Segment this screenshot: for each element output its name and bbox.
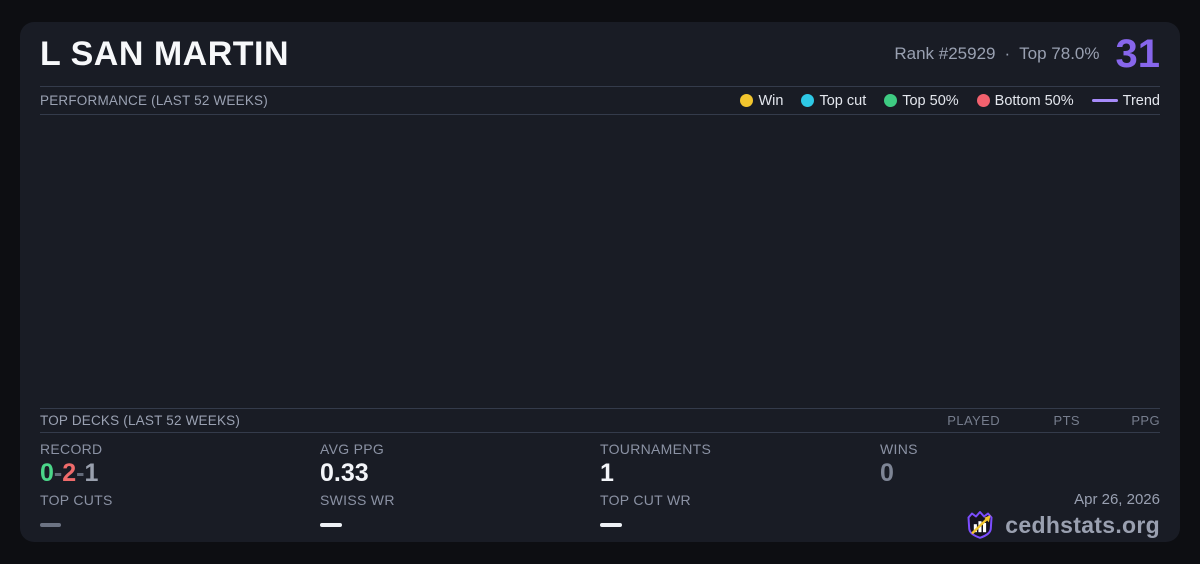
column-header-played: PLAYED (920, 413, 1000, 428)
record-draws: 1 (84, 459, 98, 487)
legend-top-50-label: Top 50% (902, 93, 958, 109)
top-cut-wr-empty-value (600, 523, 622, 527)
swiss-wr-empty-value (320, 523, 342, 527)
separator-dot: · (1004, 44, 1010, 64)
top-cuts-label: TOP CUTS (40, 492, 113, 508)
rank-summary: Rank #25929 · Top 78.0% 31 (894, 34, 1160, 74)
performance-chart-plot-area (40, 115, 1160, 408)
legend-item-top-50: Top 50% (884, 93, 958, 109)
top-50-dot-icon (884, 94, 897, 107)
player-name-title: L SAN MARTIN (40, 35, 289, 74)
player-stats-card: L SAN MARTIN Rank #25929 · Top 78.0% 31 … (20, 22, 1180, 542)
record-value: 0-2-1 (40, 459, 98, 487)
score-value: 31 (1116, 34, 1161, 74)
column-header-pts: PTS (1000, 413, 1080, 428)
legend-win-label: Win (758, 93, 783, 109)
top-cuts-empty-value (40, 523, 61, 527)
stat-column-record: RECORD 0-2-1 TOP CUTS (40, 433, 300, 542)
top-cut-dot-icon (801, 94, 814, 107)
trend-line-icon (1092, 99, 1118, 102)
bottom-50-dot-icon (977, 94, 990, 107)
top-decks-section-header: TOP DECKS (LAST 52 WEEKS) PLAYED PTS PPG (40, 408, 1160, 433)
legend-top-cut-label: Top cut (819, 93, 866, 109)
generated-date: Apr 26, 2026 (1074, 491, 1160, 508)
stat-column-avg-ppg: AVG PPG 0.33 SWISS WR (320, 433, 580, 542)
wins-value: 0 (880, 459, 894, 487)
win-dot-icon (740, 94, 753, 107)
top-cut-wr-label: TOP CUT WR (600, 492, 691, 508)
legend-item-trend: Trend (1092, 93, 1160, 109)
wins-label: WINS (880, 441, 918, 457)
avg-ppg-label: AVG PPG (320, 441, 384, 457)
legend-item-top-cut: Top cut (801, 93, 866, 109)
brand-name: cedhstats.org (1005, 512, 1160, 539)
tournaments-label: TOURNAMENTS (600, 441, 711, 457)
record-separator-1: - (54, 459, 62, 487)
column-header-ppg: PPG (1080, 413, 1160, 428)
performance-section-header: PERFORMANCE (LAST 52 WEEKS) Win Top cut … (40, 86, 1160, 115)
rank-number: Rank #25929 (894, 44, 995, 64)
legend-item-bottom-50: Bottom 50% (977, 93, 1074, 109)
legend-trend-label: Trend (1123, 93, 1160, 109)
record-wins: 0 (40, 459, 54, 487)
cedhstats-logo-icon (964, 509, 996, 541)
record-losses: 2 (62, 459, 76, 487)
swiss-wr-label: SWISS WR (320, 492, 395, 508)
chart-legend: Win Top cut Top 50% Bottom 50% Trend (740, 93, 1160, 109)
stat-column-tournaments: TOURNAMENTS 1 TOP CUT WR (600, 433, 860, 542)
card-header: L SAN MARTIN Rank #25929 · Top 78.0% 31 (40, 22, 1160, 86)
legend-bottom-50-label: Bottom 50% (995, 93, 1074, 109)
performance-section-label: PERFORMANCE (LAST 52 WEEKS) (40, 93, 268, 108)
top-decks-section-label: TOP DECKS (LAST 52 WEEKS) (40, 413, 240, 428)
tournaments-value: 1 (600, 459, 614, 487)
avg-ppg-value: 0.33 (320, 459, 369, 487)
record-label: RECORD (40, 441, 102, 457)
legend-item-win: Win (740, 93, 783, 109)
brand-lockup: cedhstats.org (964, 509, 1160, 541)
rank-percentile: Top 78.0% (1019, 44, 1099, 64)
top-decks-column-headers: PLAYED PTS PPG (920, 413, 1160, 428)
